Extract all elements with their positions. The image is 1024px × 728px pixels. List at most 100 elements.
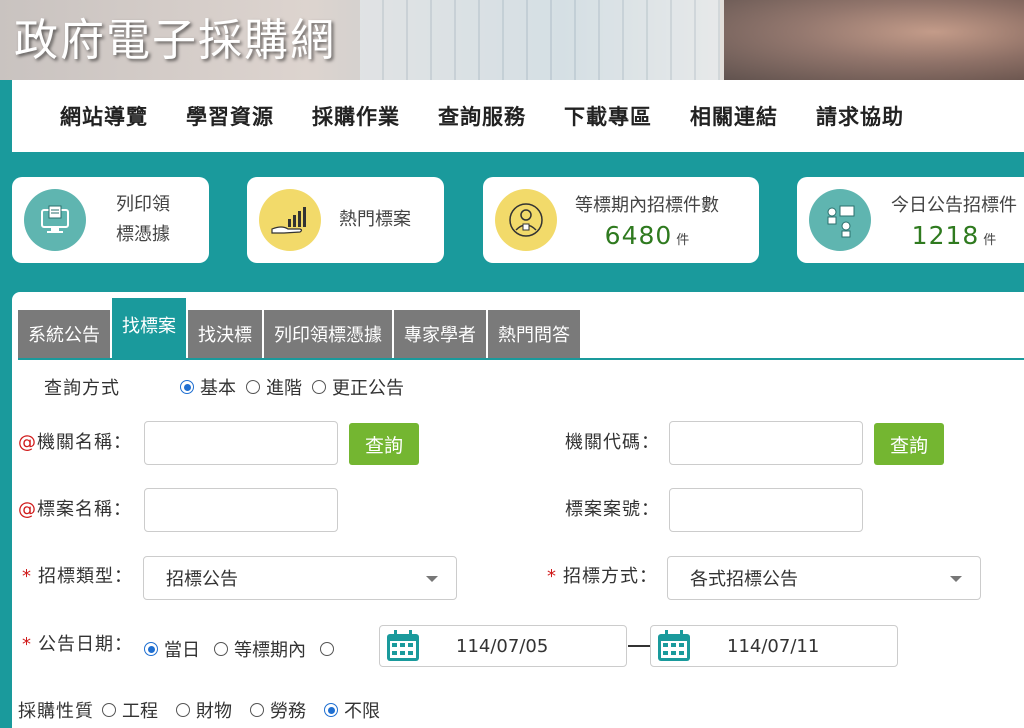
radio-today[interactable]: 當日 (144, 636, 200, 662)
date-range-separator (628, 645, 650, 647)
radio-goods[interactable]: 財物 (176, 697, 232, 723)
radio-today-indicator[interactable] (144, 642, 158, 656)
calendar-icon[interactable] (386, 630, 420, 662)
tender-type-value: 招標公告 (166, 569, 238, 590)
card-today-tenders[interactable]: 今日公告招標件 1218 件 (797, 177, 1024, 263)
radio-services[interactable]: 勞務 (250, 697, 306, 723)
site-title[interactable]: 政府電子採購網 (14, 4, 336, 68)
radio-advanced[interactable]: 進階 (246, 374, 302, 400)
tender-method-select[interactable]: 各式招標公告 (667, 556, 981, 600)
org-code-label: 機關代碼： (565, 432, 660, 453)
org-name-input[interactable] (144, 421, 338, 465)
nature-label: 採購性質 (18, 701, 94, 722)
radio-basic[interactable]: 基本 (180, 374, 236, 400)
nav-item-help[interactable]: 請求協助 (816, 101, 904, 131)
query-mode-label: 查詢方式 (44, 378, 120, 399)
nav-item-site-map[interactable]: 網站導覽 (60, 101, 148, 131)
tender-name-input[interactable] (144, 488, 338, 532)
nav-item-query[interactable]: 查詢服務 (438, 101, 526, 131)
card-today-count: 1218 (911, 220, 980, 250)
date-mode-group: 當日 等標期內 (144, 636, 340, 662)
tender-type-required: * (22, 566, 32, 587)
radio-goods-label: 財物 (196, 701, 232, 722)
card-pending-label: 等標期內招標件數 (575, 194, 719, 216)
radio-unlimited-indicator[interactable] (324, 703, 338, 717)
date-to-value: 114/07/11 (727, 635, 820, 657)
tender-name-at: @ (18, 499, 37, 520)
date-text: 公告日期： (38, 634, 133, 655)
tab-announcements[interactable]: 系統公告 (18, 310, 110, 358)
nav-item-download[interactable]: 下載專區 (564, 101, 652, 131)
tender-method-text: 招標方式： (563, 566, 658, 587)
date-from-value: 114/07/05 (456, 635, 549, 657)
tab-find-tender[interactable]: 找標案 (112, 298, 186, 358)
radio-basic-indicator[interactable] (180, 380, 194, 394)
header-banner: 政府電子採購網 (0, 0, 1024, 80)
keyboard-photo (360, 0, 720, 80)
card-hot-tenders[interactable]: 熱門標案 (247, 177, 444, 263)
radio-range-indicator[interactable] (320, 642, 334, 656)
chart-hand-icon (259, 189, 321, 251)
tender-method-label: * 招標方式： (547, 562, 658, 588)
org-name-search-button[interactable]: 查詢 (349, 423, 419, 465)
people-chat-icon (809, 189, 871, 251)
card-print-receipt[interactable]: 列印領 標憑據 (12, 177, 209, 263)
hand-photo (724, 0, 1024, 80)
radio-services-label: 勞務 (270, 701, 306, 722)
radio-basic-label: 基本 (200, 378, 236, 399)
tab-bar: 系統公告 找標案 找決標 列印領標憑據 專家學者 熱門問答 (18, 298, 582, 358)
radio-unlimited-label: 不限 (344, 701, 380, 722)
card-today-label: 今日公告招標件 (891, 194, 1017, 216)
tender-name-label: @標案名稱： (18, 495, 132, 521)
radio-unlimited[interactable]: 不限 (324, 697, 380, 723)
org-name-at: @ (18, 432, 37, 453)
org-code-search-button[interactable]: 查詢 (874, 423, 944, 465)
radio-engineering-indicator[interactable] (102, 703, 116, 717)
person-badge-icon (495, 189, 557, 251)
nav-item-learning[interactable]: 學習資源 (186, 101, 274, 131)
query-mode-group: 基本 進階 更正公告 (180, 374, 404, 400)
org-code-input[interactable] (669, 421, 863, 465)
radio-advanced-indicator[interactable] (246, 380, 260, 394)
org-name-text: 機關名稱： (37, 432, 132, 453)
date-from-field[interactable]: 114/07/05 (379, 625, 627, 667)
nav-item-links[interactable]: 相關連結 (690, 101, 778, 131)
nature-group: 工程 財物 勞務 不限 (102, 697, 380, 723)
card-print-line2: 標憑據 (116, 224, 170, 245)
tab-faq[interactable]: 熱門問答 (488, 310, 580, 358)
tab-find-award[interactable]: 找決標 (188, 310, 262, 358)
tender-no-input[interactable] (669, 488, 863, 532)
radio-correction[interactable]: 更正公告 (312, 374, 404, 400)
radio-date-range[interactable] (320, 636, 340, 662)
tab-experts[interactable]: 專家學者 (394, 310, 486, 358)
date-to-field[interactable]: 114/07/11 (650, 625, 898, 667)
chevron-down-icon (426, 576, 438, 582)
card-print-line1: 列印領 (116, 194, 170, 215)
radio-goods-indicator[interactable] (176, 703, 190, 717)
nav-item-procurement[interactable]: 採購作業 (312, 101, 400, 131)
radio-services-indicator[interactable] (250, 703, 264, 717)
tender-method-value: 各式招標公告 (690, 569, 798, 590)
calendar-icon[interactable] (657, 630, 691, 662)
date-label: * 公告日期： (22, 630, 133, 656)
card-pending-tenders[interactable]: 等標期內招標件數 6480 件 (483, 177, 759, 263)
card-pending-count: 6480 (604, 220, 673, 250)
card-today-unit: 件 (983, 232, 997, 248)
card-pending-unit: 件 (676, 232, 690, 248)
radio-engineering-label: 工程 (122, 701, 158, 722)
radio-engineering[interactable]: 工程 (102, 697, 158, 723)
radio-pending-indicator[interactable] (214, 642, 228, 656)
radio-pending-period[interactable]: 等標期內 (214, 636, 306, 662)
radio-today-label: 當日 (164, 640, 200, 661)
tender-type-text: 招標類型： (38, 566, 133, 587)
card-hot-label: 熱門標案 (339, 209, 411, 230)
tab-print-receipt[interactable]: 列印領標憑據 (264, 310, 392, 358)
radio-correction-indicator[interactable] (312, 380, 326, 394)
radio-correction-label: 更正公告 (332, 378, 404, 399)
org-name-label: @機關名稱： (18, 428, 132, 454)
tender-type-select[interactable]: 招標公告 (143, 556, 457, 600)
chevron-down-icon (950, 576, 962, 582)
tab-underline (18, 358, 1024, 360)
tender-no-label: 標案案號： (565, 499, 660, 520)
tender-method-required: * (547, 566, 557, 587)
